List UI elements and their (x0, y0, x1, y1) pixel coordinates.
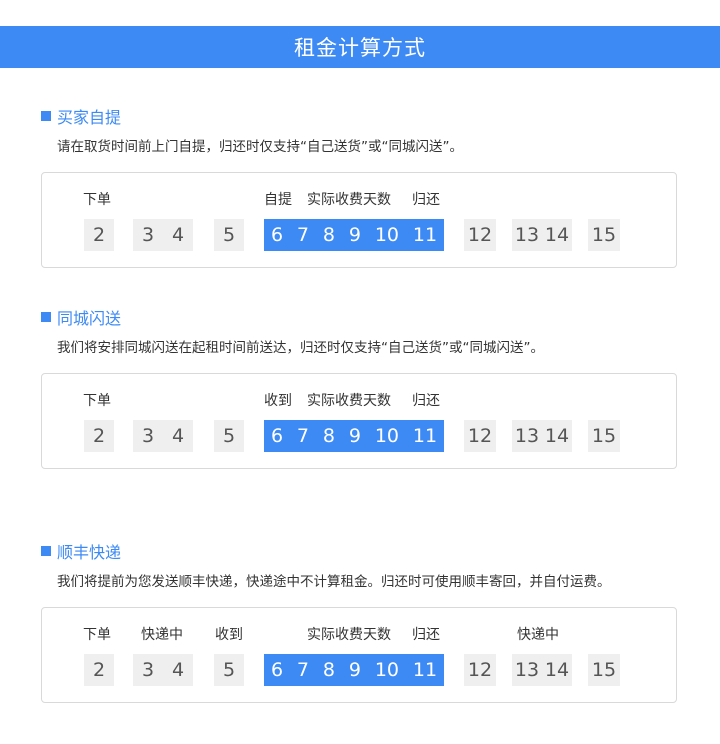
section-heading: 顺丰快递 (41, 541, 122, 562)
section-heading: 同城闪送 (41, 307, 122, 328)
header-banner: 租金计算方式 (0, 26, 720, 68)
timeline-label-billed-days: 实际收费天数 (307, 627, 391, 643)
timeline-label-return: 归还 (412, 393, 440, 409)
day-cell: 13 14 (512, 420, 572, 452)
square-bullet-icon (41, 546, 51, 556)
timeline-label-billed-days: 实际收费天数 (307, 393, 391, 409)
billed-days-block: 6 7 8 9 10 11 (264, 420, 444, 452)
timeline-label-received: 收到 (215, 627, 243, 643)
section-heading: 买家自提 (41, 106, 122, 127)
timeline-box: 下单 收到 实际收费天数 归还 2 34 5 6 7 8 9 10 11 12 13 14 … (41, 373, 677, 469)
day-cell: 34 (133, 420, 193, 452)
day-cell: 2 (84, 420, 114, 452)
section-title: 顺丰快递 (57, 543, 122, 562)
section-description: 我们将安排同城闪送在起租时间前送达，归还时仅支持“自己送货”或“同城闪送”。 (57, 340, 544, 356)
day-cell: 5 (214, 420, 244, 452)
day-cell: 12 (464, 219, 496, 251)
timeline-box: 下单 快递中 收到 实际收费天数 归还 快递中 2 34 5 6 7 8 9 10 11 … (41, 607, 677, 703)
timeline-label-order: 下单 (83, 627, 111, 643)
section-title: 同城闪送 (57, 309, 122, 328)
day-cell: 15 (588, 219, 620, 251)
timeline-label-return-transit: 快递中 (517, 627, 559, 643)
timeline-label-in-transit: 快递中 (141, 627, 183, 643)
day-cell: 12 (464, 420, 496, 452)
timeline-label-order: 下单 (83, 393, 111, 409)
day-cell: 15 (588, 654, 620, 686)
billed-days-block: 6 7 8 9 10 11 (264, 654, 444, 686)
section-description: 我们将提前为您发送顺丰快递，快递途中不计算租金。归还时可使用顺丰寄回，并自付运费… (57, 574, 611, 590)
day-cell: 15 (588, 420, 620, 452)
day-cell: 2 (84, 219, 114, 251)
section-title: 买家自提 (57, 108, 122, 127)
timeline-label-order: 下单 (83, 192, 111, 208)
day-cell: 34 (133, 654, 193, 686)
timeline-label-return: 归还 (412, 192, 440, 208)
timeline-label-received: 收到 (264, 393, 292, 409)
day-cell: 34 (133, 219, 193, 251)
day-cell: 2 (84, 654, 114, 686)
timeline-label-pickup: 自提 (264, 192, 292, 208)
square-bullet-icon (41, 312, 51, 322)
day-cell: 12 (464, 654, 496, 686)
day-cell: 5 (214, 654, 244, 686)
square-bullet-icon (41, 111, 51, 121)
timeline-label-return: 归还 (412, 627, 440, 643)
section-description: 请在取货时间前上门自提，归还时仅支持“自己送货”或“同城闪送”。 (57, 139, 463, 155)
page-title: 租金计算方式 (294, 36, 426, 60)
timeline-label-billed-days: 实际收费天数 (307, 192, 391, 208)
day-cell: 13 14 (512, 654, 572, 686)
billed-days-block: 6 7 8 9 10 11 (264, 219, 444, 251)
day-cell: 5 (214, 219, 244, 251)
timeline-box: 下单 自提 实际收费天数 归还 2 34 5 6 7 8 9 10 11 12 13 14 … (41, 172, 677, 268)
day-cell: 13 14 (512, 219, 572, 251)
